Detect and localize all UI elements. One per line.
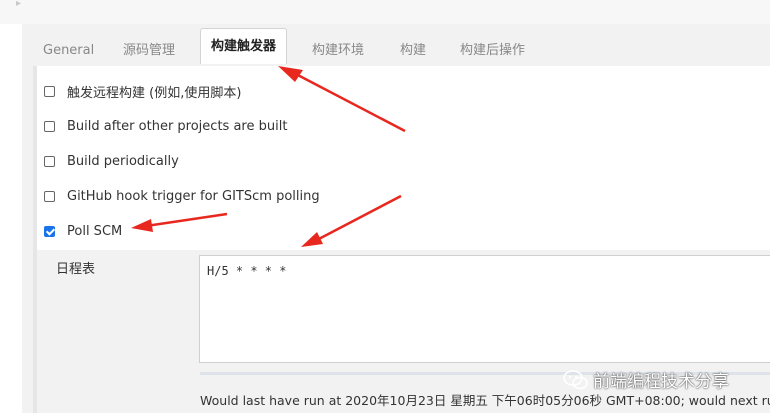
schedule-textarea[interactable]: H/5 * * * * [199,255,770,363]
top-strip: ▸ [0,0,770,24]
wechat-icon [563,369,588,389]
trigger-periodically-label: Build periodically [67,153,179,169]
trigger-poll-scm[interactable]: Poll SCM [44,221,122,241]
trigger-remote-label: 触发远程构建 (例如,使用脚本) [67,85,242,101]
tab-build[interactable]: 构建 [400,34,426,68]
trigger-remote[interactable]: 触发远程构建 (例如,使用脚本) [44,81,241,101]
collapse-arrow-icon[interactable]: ▸ [16,0,21,9]
schedule-label: 日程表 [56,262,96,277]
trigger-github-hook[interactable]: GitHub hook trigger for GITScm polling [44,186,320,206]
trigger-remote-checkbox[interactable] [44,85,55,97]
watermark-text: 前端编程技术分享 [593,372,729,392]
tab-general[interactable]: General [43,34,94,68]
trigger-after-other-projects-checkbox[interactable] [44,120,55,132]
schedule-run-note: Would last have run at 2020年10月23日 星期五 下… [200,393,770,408]
tab-scm[interactable]: 源码管理 [123,34,175,68]
trigger-after-other-projects-label: Build after other projects are built [67,118,288,134]
trigger-after-other-projects[interactable]: Build after other projects are built [44,116,287,136]
trigger-github-hook-label: GitHub hook trigger for GITScm polling [67,188,320,204]
trigger-periodically-checkbox[interactable] [44,155,55,167]
left-gutter [0,24,22,413]
trigger-poll-scm-label: Poll SCM [67,223,123,239]
tab-build-environment[interactable]: 构建环境 [312,34,364,68]
tab-post-build[interactable]: 构建后操作 [460,34,525,68]
trigger-periodically[interactable]: Build periodically [44,151,179,171]
config-tabs: General 源码管理 构建触发器 构建环境 构建 构建后操作 [22,24,770,66]
trigger-github-hook-checkbox[interactable] [44,190,55,202]
watermark: 前端编程技术分享 [563,367,729,392]
tab-build-triggers[interactable]: 构建触发器 [200,28,288,64]
trigger-poll-scm-checkbox[interactable] [44,225,55,237]
